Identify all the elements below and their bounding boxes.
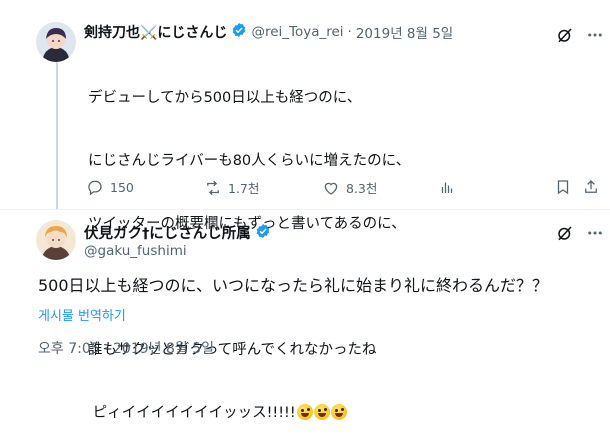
reply-count: 150: [110, 179, 134, 195]
reply-header: 伏見ガク†にじさんじ所属: [84, 222, 271, 243]
repost-count: 1.7천: [228, 181, 260, 196]
tweet-line: にじさんじライバーも80人くらいに増えたのに、: [88, 153, 411, 169]
views-icon: [441, 182, 453, 193]
repost-button[interactable]: 1.7천: [204, 178, 259, 197]
zany-face-emoji-icon: [296, 404, 313, 420]
translate-link[interactable]: 게시물 번역하기: [38, 305, 126, 324]
grok-icon[interactable]: [556, 26, 574, 44]
tweet-line: ピィイイイイイイイッッス!!!!!: [88, 405, 296, 421]
reply-icon: [88, 180, 102, 196]
more-icon[interactable]: [586, 26, 604, 44]
tweet-line-last: ピィイイイイイイイッッス!!!!!: [88, 403, 410, 424]
tweet-date[interactable]: 2019년 8월 5일: [356, 22, 453, 42]
zany-face-emoji-icon: [330, 404, 347, 420]
author-name[interactable]: 剣持刀也⚔️にじさんじ: [84, 22, 227, 42]
repost-icon: [207, 180, 219, 195]
bookmark-button[interactable]: [554, 178, 572, 196]
reply-button[interactable]: 150: [86, 178, 134, 196]
verified-badge-icon: [231, 22, 247, 42]
author-name[interactable]: 伏見ガク†にじさんじ所属: [84, 222, 251, 243]
avatar-kenmochi[interactable]: [36, 22, 76, 62]
tweet-header: 剣持刀也⚔️にじさんじ @rei_Toya_rei · 2019년 8월 5일: [84, 22, 453, 42]
more-icon[interactable]: [586, 224, 604, 242]
verified-badge-icon: [255, 223, 271, 243]
author-handle[interactable]: @gaku_fushimi: [84, 243, 187, 259]
like-count: 8.3천: [346, 181, 378, 196]
views-button[interactable]: [438, 178, 456, 196]
share-icon: [585, 180, 597, 193]
tweet-line: デビューしてから500日以上も経つのに、: [88, 90, 362, 106]
bookmark-icon: [557, 180, 569, 195]
thread-line: [56, 62, 58, 210]
action-bar: 150 1.7천 8.3천: [84, 178, 602, 198]
divider: [0, 209, 610, 210]
avatar-fushimi[interactable]: [36, 220, 76, 260]
reply-text: 500日以上も経つのに、いつになったら礼に始まり礼に終わるんだ？？: [38, 276, 549, 295]
heart-icon: [324, 182, 338, 195]
separator-dot: ·: [347, 24, 352, 40]
author-handle[interactable]: @rei_Toya_rei: [251, 24, 343, 40]
grok-icon[interactable]: [556, 224, 574, 242]
share-button[interactable]: [582, 178, 600, 196]
zany-face-emoji-icon: [313, 404, 330, 420]
post-timestamp[interactable]: 오후 7:05 · 2019년 8월 5일: [38, 338, 214, 358]
like-button[interactable]: 8.3천: [322, 178, 377, 197]
